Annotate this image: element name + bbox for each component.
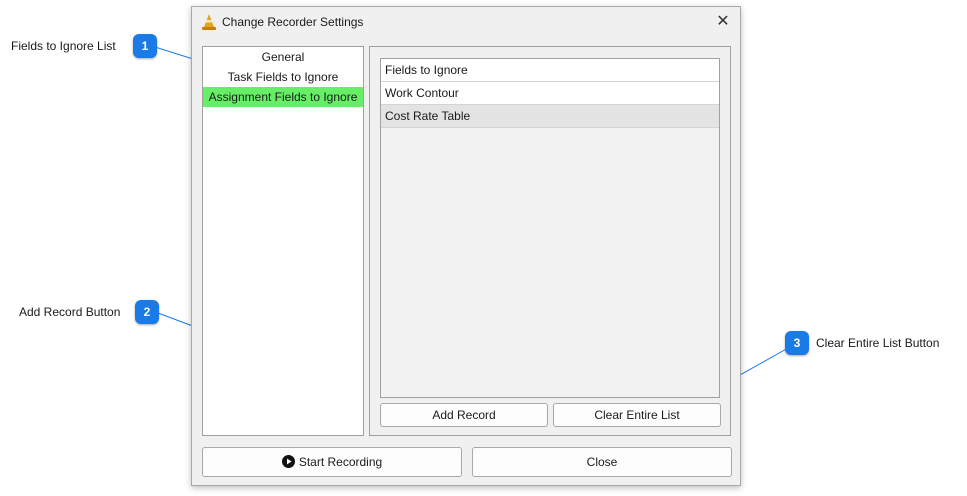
category-item-general[interactable]: General (203, 47, 363, 67)
list-item[interactable]: Cost Rate Table (381, 105, 719, 128)
callout-3-badge: 3 (785, 331, 809, 355)
start-recording-button[interactable]: Start Recording (202, 447, 462, 477)
callout-3-label: Clear Entire List Button (816, 336, 940, 350)
category-item-task-fields[interactable]: Task Fields to Ignore (203, 67, 363, 87)
play-circle-icon (281, 455, 295, 469)
close-icon[interactable]: ✕ (712, 11, 734, 33)
title-bar: Change Recorder Settings ✕ (192, 7, 740, 37)
category-item-assignment-fields[interactable]: Assignment Fields to Ignore (203, 87, 363, 107)
callout-2-label: Add Record Button (19, 305, 121, 319)
settings-category-list: General Task Fields to Ignore Assignment… (202, 46, 364, 436)
list-header: Fields to Ignore (381, 59, 719, 82)
dialog-title: Change Recorder Settings (222, 15, 364, 29)
start-recording-label: Start Recording (298, 455, 383, 469)
callout-1-label: Fields to Ignore List (11, 39, 116, 53)
list-item[interactable]: Work Contour (381, 82, 719, 105)
clear-list-button[interactable]: Clear Entire List (553, 403, 721, 427)
callout-2-badge: 2 (135, 300, 159, 324)
callout-1-badge: 1 (133, 34, 157, 58)
settings-dialog: Change Recorder Settings ✕ General Task … (191, 6, 741, 486)
fields-to-ignore-list[interactable]: Fields to Ignore Work Contour Cost Rate … (380, 58, 720, 398)
traffic-cone-icon (202, 14, 216, 30)
add-record-button[interactable]: Add Record (380, 403, 548, 427)
close-button[interactable]: Close (472, 447, 732, 477)
fields-panel: Fields to Ignore Work Contour Cost Rate … (369, 46, 731, 436)
